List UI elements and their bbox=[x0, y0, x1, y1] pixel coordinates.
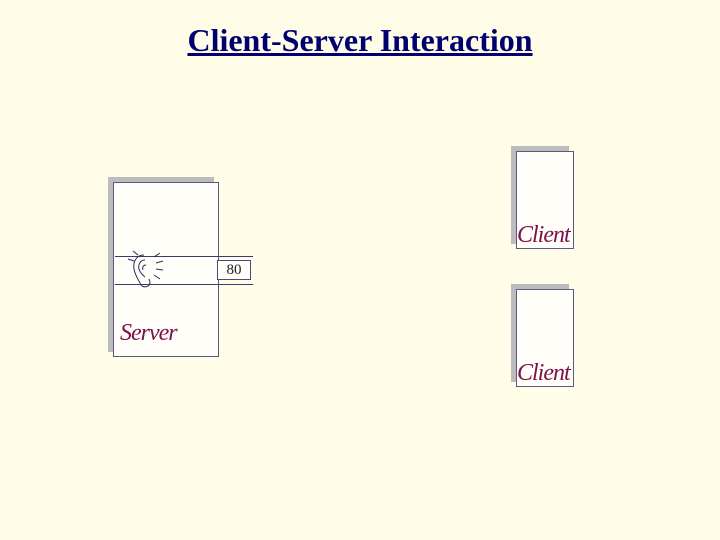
server-port-value: 80 bbox=[217, 260, 251, 280]
server-label: Server bbox=[120, 320, 177, 347]
client-label-2: Client bbox=[517, 360, 570, 387]
server-port: 80 bbox=[195, 256, 265, 290]
ear-icon bbox=[126, 248, 170, 292]
client-label-1: Client bbox=[517, 222, 570, 249]
slide-title: Client-Server Interaction bbox=[0, 22, 720, 59]
